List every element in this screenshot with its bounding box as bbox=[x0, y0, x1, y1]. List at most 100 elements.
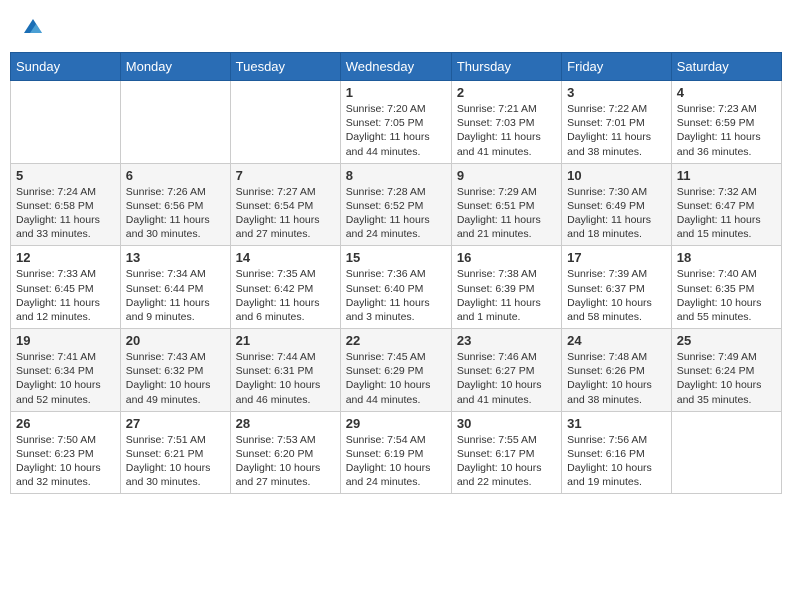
day-header-saturday: Saturday bbox=[671, 53, 781, 81]
day-number: 11 bbox=[677, 168, 776, 183]
calendar-cell: 28 Sunrise: 7:53 AM Sunset: 6:20 PM Dayli… bbox=[230, 411, 340, 494]
calendar-cell bbox=[671, 411, 781, 494]
day-number: 14 bbox=[236, 250, 335, 265]
day-number: 29 bbox=[346, 416, 446, 431]
calendar-cell: 25Sunrise: 7:49 AM Sunset: 6:24 PM Dayli… bbox=[671, 329, 781, 412]
day-header-friday: Friday bbox=[562, 53, 672, 81]
day-info: Sunrise: 7:41 AM Sunset: 6:34 PM Dayligh… bbox=[16, 350, 115, 407]
day-number: 13 bbox=[126, 250, 225, 265]
calendar-cell: 9 Sunrise: 7:29 AM Sunset: 6:51 PM Daylig… bbox=[451, 163, 561, 246]
calendar-cell: 23Sunrise: 7:46 AM Sunset: 6:27 PM Dayli… bbox=[451, 329, 561, 412]
day-number: 4 bbox=[677, 85, 776, 100]
day-number: 27 bbox=[126, 416, 225, 431]
day-info: Sunrise: 7:56 AM Sunset: 6:16 PM Dayligh… bbox=[567, 433, 666, 490]
calendar-cell: 17 Sunrise: 7:39 AM Sunset: 6:37 PM Dayli… bbox=[562, 246, 672, 329]
calendar-cell: 12 Sunrise: 7:33 AM Sunset: 6:45 PM Dayli… bbox=[11, 246, 121, 329]
logo bbox=[20, 15, 44, 37]
day-info: Sunrise: 7:35 AM Sunset: 6:42 PM Dayligh… bbox=[236, 267, 335, 324]
calendar-cell: 19 Sunrise: 7:41 AM Sunset: 6:34 PM Dayli… bbox=[11, 329, 121, 412]
day-header-thursday: Thursday bbox=[451, 53, 561, 81]
calendar-cell: 7 Sunrise: 7:27 AM Sunset: 6:54 PM Daylig… bbox=[230, 163, 340, 246]
day-number: 20 bbox=[126, 333, 225, 348]
calendar-cell: 16 Sunrise: 7:38 AM Sunset: 6:39 PM Dayli… bbox=[451, 246, 561, 329]
day-info: Sunrise: 7:53 AM Sunset: 6:20 PM Dayligh… bbox=[236, 433, 335, 490]
day-number: 22 bbox=[346, 333, 446, 348]
calendar-cell: 30 Sunrise: 7:55 AM Sunset: 6:17 PM Dayli… bbox=[451, 411, 561, 494]
days-header-row: SundayMondayTuesdayWednesdayThursdayFrid… bbox=[11, 53, 782, 81]
calendar-cell: 18 Sunrise: 7:40 AM Sunset: 6:35 PM Dayli… bbox=[671, 246, 781, 329]
calendar-cell: 26 Sunrise: 7:50 AM Sunset: 6:23 PM Dayli… bbox=[11, 411, 121, 494]
day-number: 30 bbox=[457, 416, 556, 431]
day-info: Sunrise: 7:24 AM Sunset: 6:58 PM Dayligh… bbox=[16, 185, 115, 242]
calendar-cell: 5Sunrise: 7:24 AM Sunset: 6:58 PM Daylig… bbox=[11, 163, 121, 246]
day-number: 3 bbox=[567, 85, 666, 100]
day-number: 1 bbox=[346, 85, 446, 100]
day-info: Sunrise: 7:40 AM Sunset: 6:35 PM Dayligh… bbox=[677, 267, 776, 324]
day-number: 6 bbox=[126, 168, 225, 183]
day-info: Sunrise: 7:54 AM Sunset: 6:19 PM Dayligh… bbox=[346, 433, 446, 490]
calendar-cell: 31 Sunrise: 7:56 AM Sunset: 6:16 PM Dayli… bbox=[562, 411, 672, 494]
day-header-sunday: Sunday bbox=[11, 53, 121, 81]
week-row-5: 26 Sunrise: 7:50 AM Sunset: 6:23 PM Dayli… bbox=[11, 411, 782, 494]
calendar-cell: 1 Sunrise: 7:20 AM Sunset: 7:05 PM Daylig… bbox=[340, 81, 451, 164]
calendar-cell: 29 Sunrise: 7:54 AM Sunset: 6:19 PM Dayli… bbox=[340, 411, 451, 494]
calendar-cell: 15 Sunrise: 7:36 AM Sunset: 6:40 PM Dayli… bbox=[340, 246, 451, 329]
day-info: Sunrise: 7:36 AM Sunset: 6:40 PM Dayligh… bbox=[346, 267, 446, 324]
day-number: 7 bbox=[236, 168, 335, 183]
day-number: 31 bbox=[567, 416, 666, 431]
day-number: 17 bbox=[567, 250, 666, 265]
calendar-cell: 11Sunrise: 7:32 AM Sunset: 6:47 PM Dayli… bbox=[671, 163, 781, 246]
day-info: Sunrise: 7:30 AM Sunset: 6:49 PM Dayligh… bbox=[567, 185, 666, 242]
calendar-cell: 24Sunrise: 7:48 AM Sunset: 6:26 PM Dayli… bbox=[562, 329, 672, 412]
day-number: 8 bbox=[346, 168, 446, 183]
day-number: 12 bbox=[16, 250, 115, 265]
day-info: Sunrise: 7:20 AM Sunset: 7:05 PM Dayligh… bbox=[346, 102, 446, 159]
day-info: Sunrise: 7:39 AM Sunset: 6:37 PM Dayligh… bbox=[567, 267, 666, 324]
day-info: Sunrise: 7:34 AM Sunset: 6:44 PM Dayligh… bbox=[126, 267, 225, 324]
day-info: Sunrise: 7:38 AM Sunset: 6:39 PM Dayligh… bbox=[457, 267, 556, 324]
week-row-1: 1 Sunrise: 7:20 AM Sunset: 7:05 PM Daylig… bbox=[11, 81, 782, 164]
calendar-cell: 8 Sunrise: 7:28 AM Sunset: 6:52 PM Daylig… bbox=[340, 163, 451, 246]
calendar-cell: 21 Sunrise: 7:44 AM Sunset: 6:31 PM Dayli… bbox=[230, 329, 340, 412]
day-info: Sunrise: 7:51 AM Sunset: 6:21 PM Dayligh… bbox=[126, 433, 225, 490]
day-number: 23 bbox=[457, 333, 556, 348]
logo-icon bbox=[22, 15, 44, 37]
calendar-cell: 22 Sunrise: 7:45 AM Sunset: 6:29 PM Dayli… bbox=[340, 329, 451, 412]
day-number: 15 bbox=[346, 250, 446, 265]
day-info: Sunrise: 7:50 AM Sunset: 6:23 PM Dayligh… bbox=[16, 433, 115, 490]
week-row-2: 5Sunrise: 7:24 AM Sunset: 6:58 PM Daylig… bbox=[11, 163, 782, 246]
calendar-cell bbox=[230, 81, 340, 164]
day-header-wednesday: Wednesday bbox=[340, 53, 451, 81]
day-info: Sunrise: 7:21 AM Sunset: 7:03 PM Dayligh… bbox=[457, 102, 556, 159]
day-info: Sunrise: 7:43 AM Sunset: 6:32 PM Dayligh… bbox=[126, 350, 225, 407]
day-number: 19 bbox=[16, 333, 115, 348]
day-header-tuesday: Tuesday bbox=[230, 53, 340, 81]
day-number: 28 bbox=[236, 416, 335, 431]
calendar-cell: 2Sunrise: 7:21 AM Sunset: 7:03 PM Daylig… bbox=[451, 81, 561, 164]
calendar-cell: 20 Sunrise: 7:43 AM Sunset: 6:32 PM Dayli… bbox=[120, 329, 230, 412]
day-number: 24 bbox=[567, 333, 666, 348]
day-number: 18 bbox=[677, 250, 776, 265]
day-info: Sunrise: 7:26 AM Sunset: 6:56 PM Dayligh… bbox=[126, 185, 225, 242]
calendar-table: SundayMondayTuesdayWednesdayThursdayFrid… bbox=[10, 52, 782, 494]
day-info: Sunrise: 7:27 AM Sunset: 6:54 PM Dayligh… bbox=[236, 185, 335, 242]
day-info: Sunrise: 7:44 AM Sunset: 6:31 PM Dayligh… bbox=[236, 350, 335, 407]
calendar-cell: 10 Sunrise: 7:30 AM Sunset: 6:49 PM Dayli… bbox=[562, 163, 672, 246]
day-info: Sunrise: 7:49 AM Sunset: 6:24 PM Dayligh… bbox=[677, 350, 776, 407]
day-info: Sunrise: 7:28 AM Sunset: 6:52 PM Dayligh… bbox=[346, 185, 446, 242]
day-info: Sunrise: 7:55 AM Sunset: 6:17 PM Dayligh… bbox=[457, 433, 556, 490]
day-info: Sunrise: 7:45 AM Sunset: 6:29 PM Dayligh… bbox=[346, 350, 446, 407]
calendar-cell: 14 Sunrise: 7:35 AM Sunset: 6:42 PM Dayli… bbox=[230, 246, 340, 329]
day-number: 16 bbox=[457, 250, 556, 265]
day-number: 21 bbox=[236, 333, 335, 348]
day-number: 9 bbox=[457, 168, 556, 183]
day-info: Sunrise: 7:22 AM Sunset: 7:01 PM Dayligh… bbox=[567, 102, 666, 159]
day-header-monday: Monday bbox=[120, 53, 230, 81]
day-info: Sunrise: 7:29 AM Sunset: 6:51 PM Dayligh… bbox=[457, 185, 556, 242]
day-info: Sunrise: 7:33 AM Sunset: 6:45 PM Dayligh… bbox=[16, 267, 115, 324]
week-row-3: 12 Sunrise: 7:33 AM Sunset: 6:45 PM Dayli… bbox=[11, 246, 782, 329]
calendar-cell: 4Sunrise: 7:23 AM Sunset: 6:59 PM Daylig… bbox=[671, 81, 781, 164]
page-header bbox=[10, 10, 782, 42]
day-number: 10 bbox=[567, 168, 666, 183]
day-number: 26 bbox=[16, 416, 115, 431]
